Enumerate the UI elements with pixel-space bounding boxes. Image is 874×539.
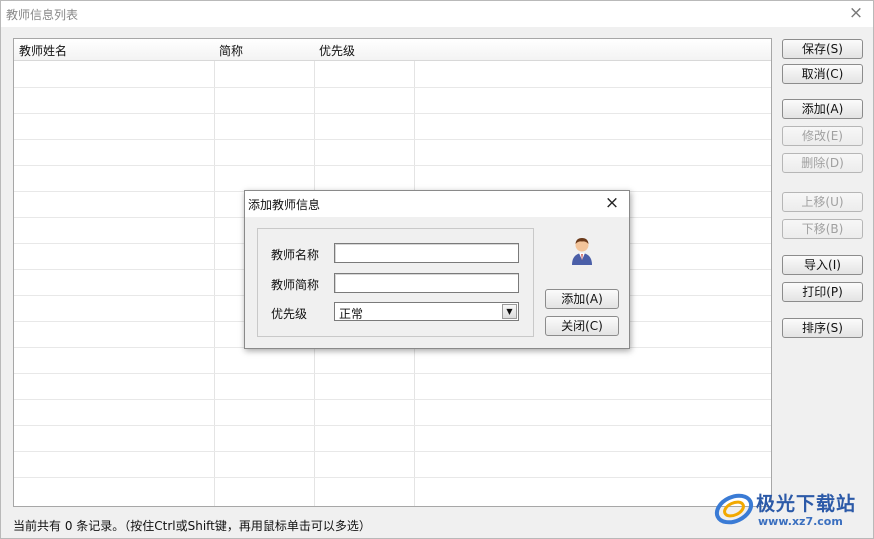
- row-divider: [14, 425, 771, 426]
- delete-button[interactable]: 删除(D): [782, 153, 863, 173]
- row-divider: [14, 477, 771, 478]
- close-icon[interactable]: ×: [847, 4, 865, 22]
- priority-label: 优先级: [271, 307, 308, 321]
- row-divider: [14, 87, 771, 88]
- watermark-name: 极光下载站: [756, 493, 857, 515]
- add-teacher-dialog: 添加教师信息 × 教师名称 教师简称 优先级 正常 ▼ 添加(A) 关闭(C): [244, 190, 630, 349]
- save-button[interactable]: 保存(S): [782, 39, 863, 59]
- row-divider: [14, 139, 771, 140]
- window-title: 教师信息列表: [6, 8, 79, 22]
- watermark: 极光下载站 www.xz7.com: [713, 489, 868, 533]
- row-divider: [14, 373, 771, 374]
- row-divider: [14, 451, 771, 452]
- move-down-button[interactable]: 下移(B): [782, 219, 863, 239]
- row-divider: [14, 165, 771, 166]
- dialog-title: 添加教师信息: [248, 198, 321, 212]
- print-button[interactable]: 打印(P): [782, 282, 863, 302]
- column-header-short[interactable]: 简称: [219, 42, 243, 59]
- sort-button[interactable]: 排序(S): [782, 318, 863, 338]
- row-divider: [14, 113, 771, 114]
- watermark-logo-icon: [714, 493, 754, 525]
- dialog-close-button[interactable]: 关闭(C): [545, 316, 619, 336]
- watermark-url: www.xz7.com: [758, 515, 843, 528]
- table-header: 教师姓名 简称 优先级: [14, 39, 771, 61]
- teacher-short-input[interactable]: [334, 273, 519, 293]
- priority-selected-value: 正常: [339, 307, 364, 321]
- dialog-title-bar: 添加教师信息 ×: [245, 191, 629, 217]
- teacher-short-label: 教师简称: [271, 278, 320, 292]
- move-up-button[interactable]: 上移(U): [782, 192, 863, 212]
- teacher-name-input[interactable]: [334, 243, 519, 263]
- cancel-button[interactable]: 取消(C): [782, 64, 863, 84]
- teacher-avatar-icon: [572, 238, 592, 265]
- import-button[interactable]: 导入(I): [782, 255, 863, 275]
- dialog-close-icon[interactable]: ×: [603, 194, 621, 212]
- status-text: 当前共有 0 条记录。（按住Ctrl或Shift键，再用鼠标单击可以多选）: [13, 519, 371, 533]
- chevron-down-icon[interactable]: ▼: [502, 304, 517, 319]
- column-header-name[interactable]: 教师姓名: [19, 42, 67, 59]
- column-divider: [214, 61, 215, 506]
- row-divider: [14, 399, 771, 400]
- edit-button[interactable]: 修改(E): [782, 126, 863, 146]
- column-header-priority[interactable]: 优先级: [319, 42, 355, 59]
- teacher-name-label: 教师名称: [271, 248, 320, 262]
- add-button[interactable]: 添加(A): [782, 99, 863, 119]
- priority-select[interactable]: 正常 ▼: [334, 302, 519, 321]
- title-bar: 教师信息列表 ×: [1, 1, 873, 27]
- dialog-add-button[interactable]: 添加(A): [545, 289, 619, 309]
